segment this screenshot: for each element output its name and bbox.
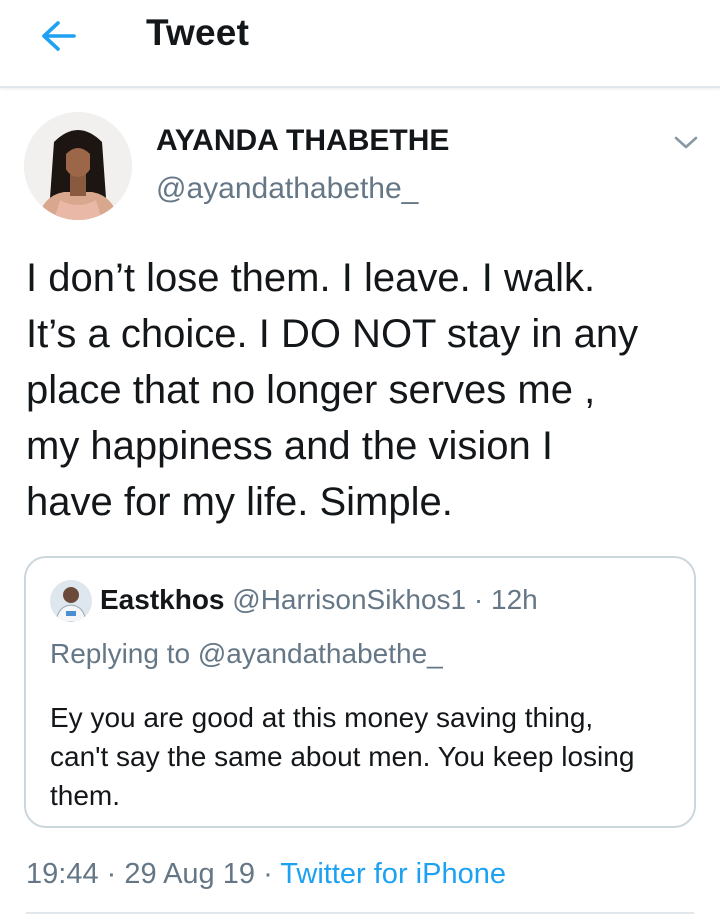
chevron-down-icon [674,136,698,149]
quoted-author-handle: @HarrisonSikhos1 [232,584,467,615]
quoted-tweet-header: Eastkhos @HarrisonSikhos1 · 12h [100,582,538,618]
tweet-options-button[interactable] [666,128,706,158]
quoted-tweet-card[interactable]: Eastkhos @HarrisonSikhos1 · 12h Replying… [24,556,696,828]
quoted-author-name: Eastkhos [100,584,225,615]
author-handle[interactable]: @ayandathabethe_ [156,172,418,206]
author-name[interactable]: AYANDA THABETHE [156,124,449,158]
replying-to-text: Replying to @ayandathabethe_ [50,638,443,669]
tweet-detail-page: Tweet AYANDA THABETHE @ayandathabethe_ I… [0,0,720,921]
quoted-author-avatar [50,580,92,622]
meta-separator: · [106,858,117,890]
tweet-source-link[interactable]: Twitter for iPhone [280,858,506,890]
author-avatar[interactable] [24,112,132,220]
back-button[interactable] [30,14,86,58]
meta-separator: · [263,858,273,890]
page-title: Tweet [146,12,250,53]
tweet-text: I don’t lose them. I leave. I walk. It’s… [26,256,639,524]
quoted-avatar-image [50,580,92,622]
quoted-tweet-text: Ey you are good at this money saving thi… [50,702,635,811]
author-avatar-image [24,112,132,220]
quoted-separator: · [473,584,484,615]
tweet-meta: 19:44 · 29 Aug 19 · Twitter for iPhone [26,856,506,892]
tweet-time: 19:44 [26,858,99,890]
top-app-bar: Tweet [0,0,720,88]
quoted-time: 12h [491,584,538,615]
arrow-left-icon [42,21,76,51]
tweet-date: 29 Aug 19 [124,858,256,890]
divider [26,912,694,914]
